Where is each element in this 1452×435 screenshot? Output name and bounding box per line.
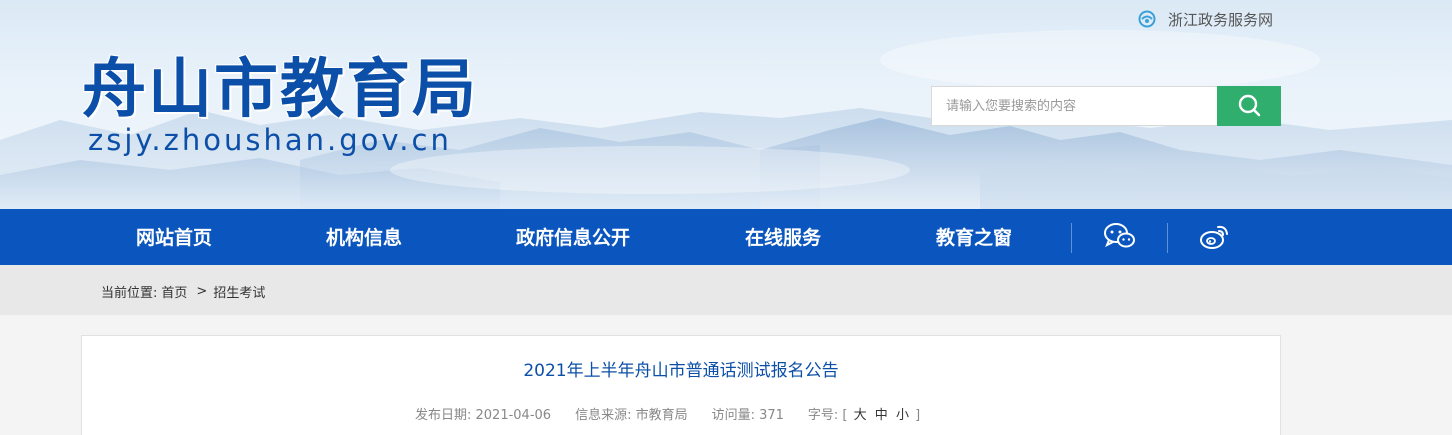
font-size-control: 字号: [ 大 中 小 ] <box>808 404 920 423</box>
publish-date: 发布日期: 2021-04-06 <box>415 408 552 423</box>
search-icon <box>1238 94 1261 117</box>
info-source: 信息来源: 市教育局 <box>575 408 688 423</box>
nav-divider <box>1071 223 1072 253</box>
gov-service-label: 浙江政务服务网 <box>1168 10 1274 29</box>
breadcrumb-prefix: 当前位置: <box>101 286 158 301</box>
content-area: 2021年上半年舟山市普通话测试报名公告 发布日期: 2021-04-06 信息… <box>0 315 1452 435</box>
breadcrumb: 当前位置: 首页 > 招生考试 <box>101 282 265 301</box>
site-title: 舟山市教育局 <box>82 52 478 127</box>
main-nav: 网站首页 机构信息 政府信息公开 在线服务 教育之窗 <box>0 209 1452 265</box>
nav-item-education-window[interactable]: 教育之窗 <box>936 209 1012 265</box>
nav-divider <box>1167 223 1168 253</box>
font-size-medium-button[interactable]: 中 <box>875 408 888 423</box>
font-size-small-button[interactable]: 小 <box>896 408 909 423</box>
wechat-icon[interactable] <box>1103 221 1137 251</box>
font-size-large-button[interactable]: 大 <box>854 408 867 423</box>
search-box <box>931 86 1281 126</box>
nav-item-home[interactable]: 网站首页 <box>136 209 212 265</box>
view-count: 访问量: 371 <box>711 408 784 423</box>
breadcrumb-separator: > <box>196 284 208 299</box>
search-input[interactable] <box>931 86 1217 126</box>
breadcrumb-home-link[interactable]: 首页 <box>161 282 187 301</box>
weibo-icon[interactable] <box>1198 221 1232 251</box>
nav-item-gov-info[interactable]: 政府信息公开 <box>516 209 630 265</box>
nav-item-online-service[interactable]: 在线服务 <box>745 209 821 265</box>
nav-item-organization[interactable]: 机构信息 <box>326 209 402 265</box>
gov-service-icon <box>1138 10 1156 28</box>
search-button[interactable] <box>1217 86 1281 126</box>
breadcrumb-current-link[interactable]: 招生考试 <box>213 282 265 301</box>
article-panel: 2021年上半年舟山市普通话测试报名公告 发布日期: 2021-04-06 信息… <box>81 335 1281 435</box>
article-title: 2021年上半年舟山市普通话测试报名公告 <box>523 361 839 381</box>
site-header: 舟山市教育局 zsjy.zhoushan.gov.cn 浙江政务服务网 <box>0 0 1452 209</box>
site-domain: zsjy.zhoushan.gov.cn <box>88 123 452 157</box>
font-size-close: ] <box>915 408 921 423</box>
article-meta: 发布日期: 2021-04-06 信息来源: 市教育局 访问量: 371 字号:… <box>415 404 920 423</box>
gov-service-link[interactable]: 浙江政务服务网 <box>1138 8 1273 30</box>
breadcrumb-bar: 当前位置: 首页 > 招生考试 <box>0 265 1452 315</box>
font-size-label: 字号: [ <box>807 408 848 423</box>
